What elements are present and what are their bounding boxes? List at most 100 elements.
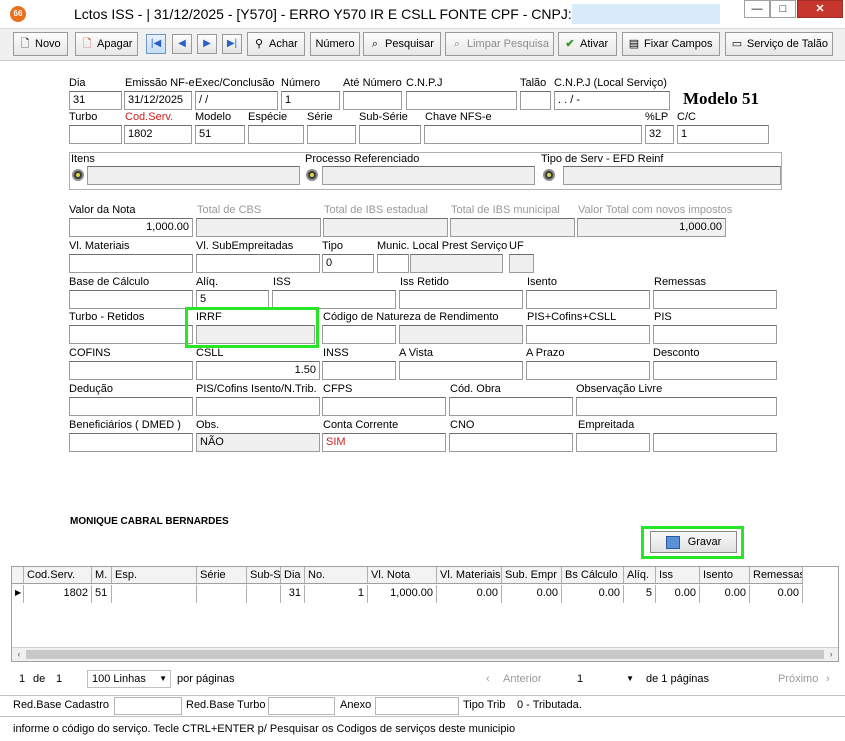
maximize-button[interactable]: □ xyxy=(770,0,796,18)
page-select[interactable]: 1 ▼ xyxy=(572,670,638,688)
grid-cell[interactable]: 1 xyxy=(305,585,368,603)
apagar-button[interactable]: 🗋 Apagar xyxy=(75,32,138,56)
pis-cofins-isento-field[interactable] xyxy=(196,397,320,416)
grid-column-header[interactable]: Dia xyxy=(281,567,305,583)
turbo-field[interactable] xyxy=(69,125,122,144)
grid-cell[interactable] xyxy=(112,585,197,603)
grid-column-header[interactable]: Isento xyxy=(700,567,750,583)
beneficiarios-field[interactable] xyxy=(69,433,193,452)
scroll-right-icon[interactable]: › xyxy=(824,648,838,661)
achar-button[interactable]: ⚲ Achar xyxy=(247,32,305,56)
cno-field[interactable] xyxy=(449,433,573,452)
numero-field[interactable]: 1 xyxy=(281,91,340,110)
grid-column-header[interactable]: Vl. Nota xyxy=(368,567,437,583)
remessas-field[interactable] xyxy=(653,290,777,309)
grid-column-header[interactable]: No. xyxy=(305,567,368,583)
grid-column-header[interactable]: Iss xyxy=(656,567,700,583)
next-page-icon[interactable]: › xyxy=(826,673,830,685)
lines-per-page-select[interactable]: 100 Linhas ▼ xyxy=(87,670,171,688)
chave-nfse-field[interactable] xyxy=(424,125,642,144)
modelo-field[interactable]: 51 xyxy=(195,125,245,144)
cfps-field[interactable] xyxy=(322,397,446,416)
scroll-thumb[interactable] xyxy=(26,650,824,659)
empreitada-desc-field[interactable] xyxy=(653,433,777,452)
grid-column-header[interactable]: Sub. Empr xyxy=(502,567,562,583)
grid-cell[interactable]: 1,000.00 xyxy=(368,585,437,603)
pct-lp-field[interactable]: 32 xyxy=(645,125,674,144)
vl-subempreitadas-field[interactable] xyxy=(196,254,320,273)
empreitada-field[interactable] xyxy=(576,433,650,452)
csll-field[interactable]: 1.50 xyxy=(196,361,320,380)
grid-column-header[interactable]: Cod.Serv. xyxy=(24,567,92,583)
processo-ref-lookup-button[interactable] xyxy=(306,169,318,181)
cod-obra-field[interactable] xyxy=(449,397,573,416)
grid-cell[interactable]: 0.00 xyxy=(562,585,624,603)
grid-column-header[interactable]: Alíq. xyxy=(624,567,656,583)
processo-ref-field[interactable] xyxy=(322,166,535,185)
limpar-pesquisa-button[interactable]: ⌕ Limpar Pesquisa xyxy=(445,32,554,56)
isento-field[interactable] xyxy=(526,290,650,309)
first-record-button[interactable]: |◀ xyxy=(146,34,166,54)
pis-field[interactable] xyxy=(653,325,777,344)
turbo-retidos-field[interactable] xyxy=(69,325,193,344)
tipo-serv-lookup-button[interactable] xyxy=(543,169,555,181)
grid-cell[interactable] xyxy=(197,585,247,603)
minimize-button[interactable]: — xyxy=(744,0,770,18)
tipo-field[interactable]: 0 xyxy=(322,254,374,273)
pesquisar-button[interactable]: ⌕ Pesquisar xyxy=(363,32,441,56)
pis-cofins-csll-field[interactable] xyxy=(526,325,650,344)
novo-button[interactable]: 🗋 Novo xyxy=(13,32,68,56)
itens-field[interactable] xyxy=(87,166,300,185)
cod-natureza-field[interactable] xyxy=(322,325,396,344)
especie-field[interactable] xyxy=(248,125,304,144)
numero-button[interactable]: Número xyxy=(310,32,360,56)
ate-numero-field[interactable] xyxy=(343,91,402,110)
grid-column-header[interactable]: Esp. xyxy=(112,567,197,583)
grid-column-header[interactable]: Remessas xyxy=(750,567,803,583)
itens-lookup-button[interactable] xyxy=(72,169,84,181)
fixar-campos-button[interactable]: ▤ Fixar Campos xyxy=(622,32,720,56)
servico-talao-button[interactable]: ▭ Serviço de Talão xyxy=(725,32,833,56)
desconto-field[interactable] xyxy=(653,361,777,380)
tipo-serv-field[interactable] xyxy=(563,166,781,185)
a-vista-field[interactable] xyxy=(399,361,523,380)
grid-cell[interactable]: 51 xyxy=(92,585,112,603)
grid-cell[interactable]: 1802 xyxy=(24,585,92,603)
valor-nota-field[interactable]: 1,000.00 xyxy=(69,218,193,237)
horizontal-scrollbar[interactable]: ‹ › xyxy=(12,647,838,661)
exec-field[interactable]: / / xyxy=(195,91,278,110)
munic-code-field[interactable] xyxy=(377,254,409,273)
obs-livre-field[interactable] xyxy=(576,397,777,416)
grid-cell[interactable]: 0.00 xyxy=(502,585,562,603)
serie-field[interactable] xyxy=(307,125,356,144)
obs-field[interactable]: NÃO xyxy=(196,433,320,452)
next-record-button[interactable]: ▶ xyxy=(197,34,217,54)
grid-cell[interactable]: 0.00 xyxy=(750,585,803,603)
grid-column-header[interactable]: Sub-S xyxy=(247,567,281,583)
next-page-button[interactable]: Próximo xyxy=(778,673,818,685)
iss-retido-field[interactable] xyxy=(399,290,523,309)
deducao-field[interactable] xyxy=(69,397,193,416)
table-row[interactable]: ▶ 1802 51 31 1 1,000.00 0.00 0.00 0.00 5 0.00 0.00 0… xyxy=(12,585,803,603)
base-calculo-field[interactable] xyxy=(69,290,193,309)
prev-record-button[interactable]: ◀ xyxy=(172,34,192,54)
grid-cell[interactable]: 0.00 xyxy=(656,585,700,603)
grid-cell[interactable]: 31 xyxy=(281,585,305,603)
prev-page-button[interactable]: Anterior xyxy=(503,673,542,685)
prev-page-icon[interactable]: ‹ xyxy=(486,673,490,685)
cnpj-local-field[interactable]: . . / - xyxy=(554,91,670,110)
last-record-button[interactable]: ▶| xyxy=(222,34,242,54)
a-prazo-field[interactable] xyxy=(526,361,650,380)
gravar-button[interactable]: Gravar xyxy=(650,531,737,553)
grid-column-header[interactable]: Vl. Materiais xyxy=(437,567,502,583)
cc-field[interactable]: 1 xyxy=(677,125,769,144)
talao-field[interactable] xyxy=(520,91,551,110)
grid-cell[interactable] xyxy=(247,585,281,603)
emissao-field[interactable]: 31/12/2025 xyxy=(124,91,192,110)
grid-column-header[interactable]: Bs Cálculo xyxy=(562,567,624,583)
grid-cell[interactable]: 0.00 xyxy=(700,585,750,603)
vl-materiais-field[interactable] xyxy=(69,254,193,273)
grid-cell[interactable]: 5 xyxy=(624,585,656,603)
ativar-button[interactable]: ✔ Ativar xyxy=(558,32,617,56)
cod-serv-field[interactable]: 1802 xyxy=(124,125,192,144)
